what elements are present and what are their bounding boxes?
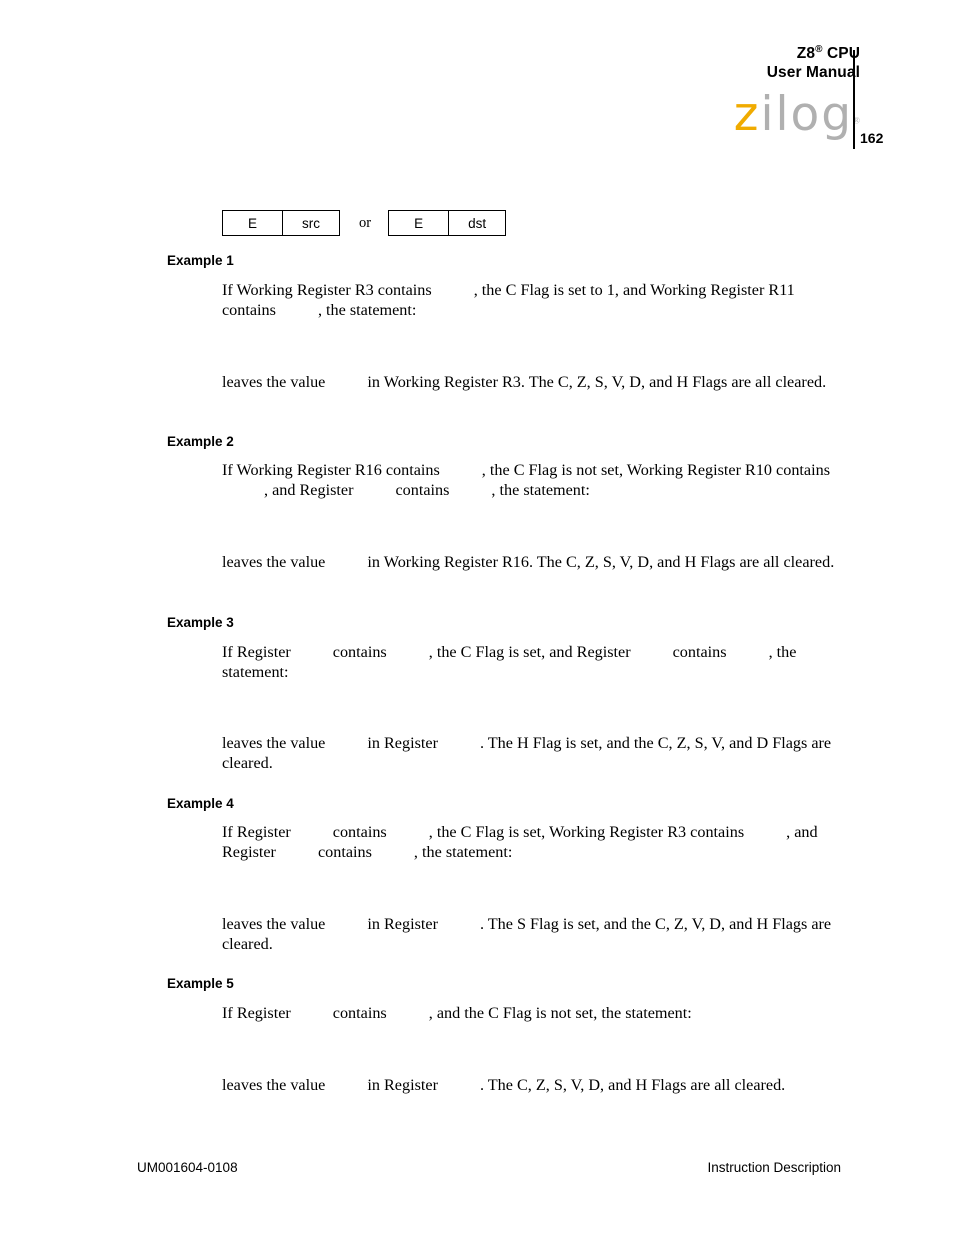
opcode-box-dst: E dst <box>388 210 507 236</box>
result-segment: in Register <box>367 734 438 752</box>
example-premise-3: If Register contains , the C Flag is set, … <box>222 642 838 683</box>
example-statement-3 <box>246 694 806 714</box>
premise-segment: contains <box>317 843 372 862</box>
example-heading-5: Example 5 <box>167 976 234 991</box>
premise-segment: If Register <box>222 823 291 841</box>
premise-segment: , the statement: <box>413 843 513 862</box>
example-heading-4: Example 4 <box>167 796 234 811</box>
zilog-logo: zilog® <box>560 91 860 138</box>
premise-segment: If Register <box>222 643 291 661</box>
example-premise-2: If Working Register R16 contains , the C … <box>222 460 838 501</box>
example-premise-4: If Register contains , the C Flag is set, … <box>222 822 838 863</box>
product-name: Z8 <box>796 45 816 62</box>
premise-segment: If Working Register R16 contains <box>222 461 440 479</box>
example-result-1: leaves the value in Working Register R3. … <box>222 372 838 392</box>
opcode-cell-e-dst: E <box>414 215 424 231</box>
premise-segment: , the C Flag is not set, Working Registe… <box>481 461 831 479</box>
registered-trademark-icon: ® <box>815 43 823 55</box>
result-segment: leaves the value <box>222 373 326 391</box>
example-statement-1 <box>246 330 806 350</box>
example-statement-5 <box>246 1045 806 1065</box>
example-heading-1: Example 1 <box>167 253 234 268</box>
example-result-4: leaves the value in Register. The S Flag … <box>222 914 838 955</box>
result-segment: leaves the value <box>222 915 326 933</box>
result-segment: in Register <box>367 915 438 933</box>
premise-segment: If Working Register R3 contains <box>222 281 432 299</box>
footer-document-number: UM001604-0108 <box>137 1160 238 1175</box>
result-segment: in Working Register R16. The C, Z, S, V,… <box>367 553 835 571</box>
example-result-3: leaves the value in Register. The H Flag … <box>222 733 838 774</box>
example-result-2: leaves the value in Working Register R16.… <box>222 552 838 572</box>
example-statement-2 <box>246 512 806 532</box>
result-segment: leaves the value <box>222 553 326 571</box>
page-number: 162 <box>860 130 884 146</box>
example-result-5: leaves the value in Register . The C, Z, S… <box>222 1075 838 1095</box>
premise-segment: , and Register <box>264 481 354 500</box>
manual-page: Z8® CPU User Manual zilog® 162 E src or … <box>0 0 954 1235</box>
example-statement-4 <box>246 874 806 894</box>
premise-segment: , the C Flag is set, and Register <box>428 643 631 661</box>
premise-segment: , the statement: <box>317 301 417 320</box>
opcode-separator: or <box>359 214 372 231</box>
logo-letter-z: z <box>733 87 761 142</box>
result-segment: in Register <box>367 1076 438 1094</box>
premise-segment: contains <box>672 643 727 661</box>
manual-subtitle: User Manual <box>766 64 860 81</box>
result-segment: leaves the value <box>222 734 326 752</box>
premise-segment: , the C Flag is set, Working Register R3… <box>428 823 745 841</box>
result-segment: in Working Register R3. The C, Z, S, V, … <box>367 373 827 391</box>
premise-segment: contains <box>332 643 387 661</box>
result-segment: leaves the value <box>222 1076 326 1094</box>
footer-section-title: Instruction Description <box>707 1160 841 1175</box>
result-segment: . The C, Z, S, V, D, and H Flags are all… <box>479 1076 786 1094</box>
premise-segment: If Register <box>222 1004 291 1022</box>
premise-segment: contains <box>395 481 450 500</box>
header-vertical-rule <box>853 50 855 149</box>
example-heading-3: Example 3 <box>167 615 234 630</box>
opcode-box-src: E src <box>222 210 340 236</box>
opcode-diagram: E src or E dst <box>222 210 507 236</box>
page-header: Z8® CPU User Manual zilog® <box>560 44 860 138</box>
opcode-cell-dst: dst <box>448 211 505 235</box>
page-footer: UM001604-0108 Instruction Description <box>0 1160 954 1180</box>
product-title: Z8® CPU <box>560 44 860 63</box>
example-premise-1: If Working Register R3 contains, the C F… <box>222 280 838 321</box>
opcode-cell-e-src: E <box>247 215 257 231</box>
example-heading-2: Example 2 <box>167 434 234 449</box>
premise-segment: contains <box>332 1004 387 1022</box>
logo-letters-ilog: ilog <box>760 87 854 142</box>
premise-segment: , the statement: <box>491 481 590 500</box>
premise-segment: , and the C Flag is not set, the stateme… <box>428 1004 692 1022</box>
premise-segment: contains <box>332 823 387 841</box>
example-premise-5: If Register contains , and the C Flag is n… <box>222 1003 838 1023</box>
opcode-cell-src: src <box>282 211 339 235</box>
